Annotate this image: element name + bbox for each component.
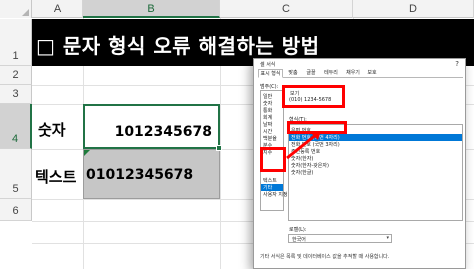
annotation-arrow — [286, 131, 321, 160]
